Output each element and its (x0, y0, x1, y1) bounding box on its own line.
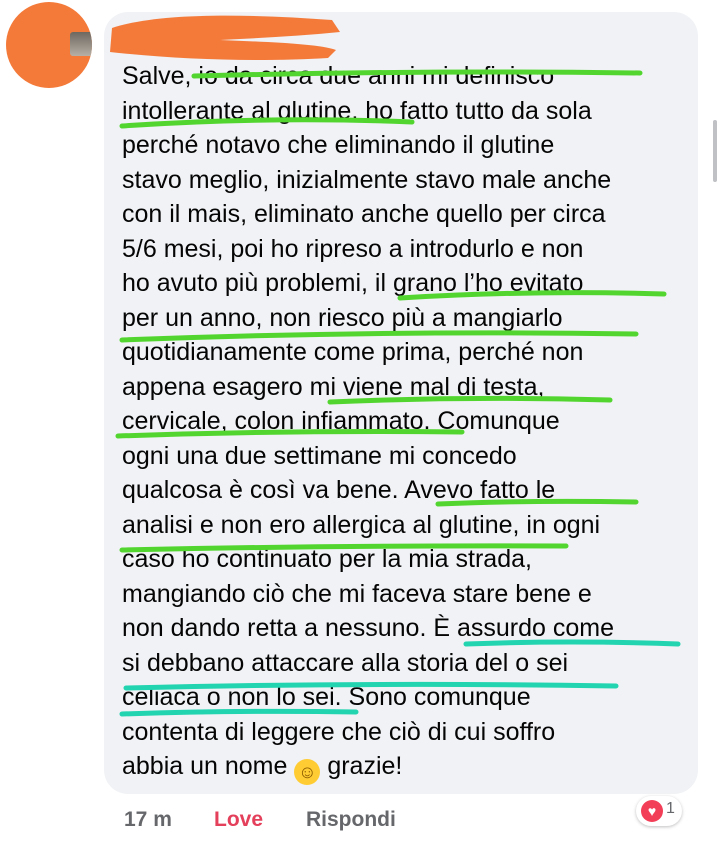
comment-line: contenta di leggere che ciò di cui soffr… (122, 717, 556, 746)
comment-text: Salve, io da circa due anni mi definisco… (122, 59, 682, 785)
comment-last-thanks: grazie! (327, 752, 403, 780)
comment-line: ogni una due settimane mi concedo (122, 441, 517, 470)
love-reaction-button[interactable]: Love (214, 808, 263, 832)
comment-line: appena esagero mi viene mal di testa, (122, 372, 545, 401)
comment-line: intollerante al glutine, ho fatto tutto … (122, 96, 592, 125)
reply-button[interactable]: Rispondi (306, 808, 396, 832)
comment-line: ho avuto più problemi, il grano l’ho evi… (122, 269, 584, 297)
heart-icon: ♥ (641, 800, 663, 822)
comment-line: quotidianamente come prima, perché non (122, 338, 584, 366)
comment-line: qualcosa è così va bene. Avevo fatto le (122, 476, 556, 504)
name-redaction-mark (110, 15, 340, 61)
comment-line: con il mais, eliminato anche quello per … (122, 200, 606, 228)
scrollbar[interactable] (713, 120, 717, 182)
comment-line: caso ho continuato per la mia strada, (122, 545, 532, 573)
reaction-count: 1 (666, 800, 675, 817)
reaction-count-badge[interactable]: ♥ 1 (636, 796, 682, 826)
avatar[interactable] (6, 2, 92, 88)
timestamp: 17 m (124, 808, 172, 831)
comment-line: mangiando ciò che mi faceva stare bene e (122, 579, 592, 608)
comment-line: stavo meglio, inizialmente stavo male an… (122, 165, 612, 194)
comment-line: analisi e non ero allergica al glutine, … (122, 510, 601, 539)
comment-line: per un anno, non riesco più a mangiarlo (122, 303, 563, 332)
comment-line: 5/6 mesi, poi ho ripreso a introdurlo e … (122, 234, 584, 263)
comment-line: si debbano attaccare alla storia del o s… (122, 648, 569, 677)
avatar-photo-corner (70, 32, 92, 56)
comment-line: perché notavo che eliminando il glutine (122, 131, 555, 159)
comment-line: celiaca o non lo sei. Sono comunque (122, 683, 531, 711)
comment-line: cervicale, colon infiammato. Comunque (122, 407, 560, 435)
comment-line: Salve, io da circa due anni mi definisco (122, 62, 555, 90)
comment-line-last: abbia un nome ☺ grazie! (122, 749, 682, 785)
comment-last-text: abbia un nome (122, 752, 288, 780)
smiling-face-emoji-icon: ☺ (294, 759, 321, 785)
comment-line: non dando retta a nessuno. È assurdo com… (122, 614, 614, 642)
